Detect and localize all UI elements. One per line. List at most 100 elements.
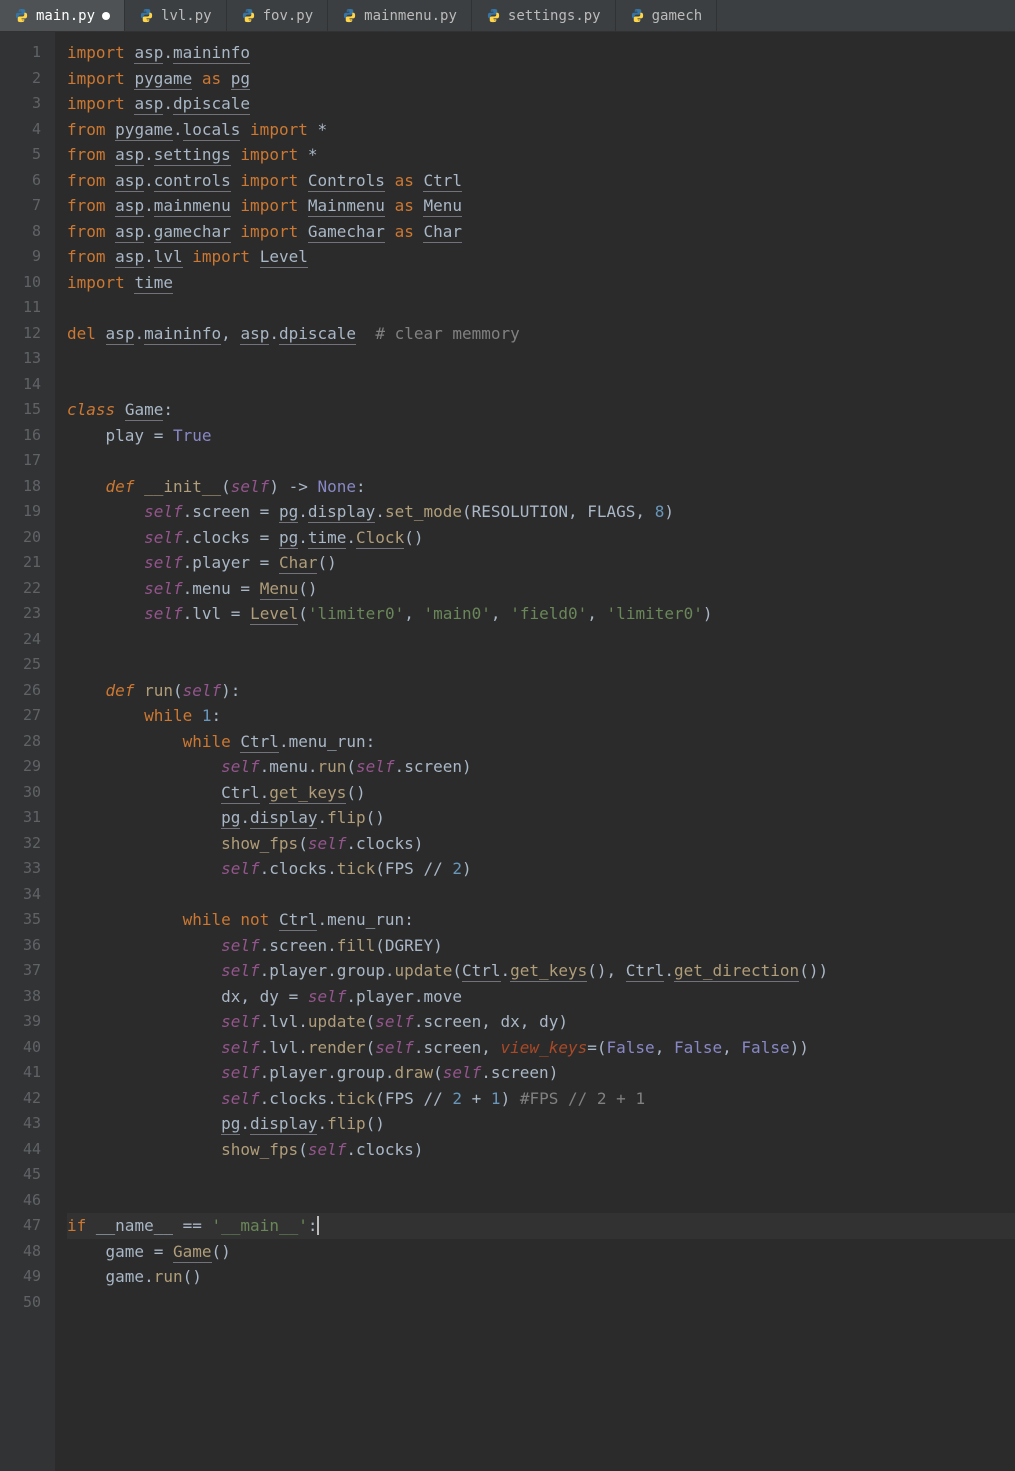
code-line: from asp.controls import Controls as Ctr… xyxy=(67,168,1015,194)
line-number: 41 xyxy=(0,1060,41,1086)
code-line: self.player.group.update(Ctrl.get_keys()… xyxy=(67,958,1015,984)
code-line: while Ctrl.menu_run: xyxy=(67,729,1015,755)
line-number: 27 xyxy=(0,703,41,729)
python-icon xyxy=(486,8,501,23)
line-number: 15 xyxy=(0,397,41,423)
code-line: self.player.group.draw(self.screen) xyxy=(67,1060,1015,1086)
tab-settings[interactable]: settings.py xyxy=(472,0,616,31)
tab-label: main.py xyxy=(36,8,95,24)
tab-mainmenu[interactable]: mainmenu.py xyxy=(328,0,472,31)
code-line: play = True xyxy=(67,423,1015,449)
code-line-active: if __name__ == '__main__': xyxy=(67,1213,1015,1239)
editor: 1234567891011121314151617181920212223242… xyxy=(0,32,1015,1471)
line-number: 30 xyxy=(0,780,41,806)
code-line xyxy=(67,627,1015,653)
line-number: 33 xyxy=(0,856,41,882)
code-line xyxy=(67,346,1015,372)
line-number: 45 xyxy=(0,1162,41,1188)
line-number: 11 xyxy=(0,295,41,321)
code-line: self.menu.run(self.screen) xyxy=(67,754,1015,780)
tab-lvl[interactable]: lvl.py xyxy=(125,0,227,31)
line-number: 23 xyxy=(0,601,41,627)
line-number: 43 xyxy=(0,1111,41,1137)
code-line: game = Game() xyxy=(67,1239,1015,1265)
code-line: show_fps(self.clocks) xyxy=(67,1137,1015,1163)
line-number: 20 xyxy=(0,525,41,551)
line-number: 6 xyxy=(0,168,41,194)
line-number: 8 xyxy=(0,219,41,245)
tab-fov[interactable]: fov.py xyxy=(227,0,329,31)
line-number: 7 xyxy=(0,193,41,219)
line-number: 17 xyxy=(0,448,41,474)
tab-main[interactable]: main.py xyxy=(0,0,125,31)
code-line: self.lvl.render(self.screen, view_keys=(… xyxy=(67,1035,1015,1061)
code-line: self.clocks.tick(FPS // 2) xyxy=(67,856,1015,882)
code-line: Ctrl.get_keys() xyxy=(67,780,1015,806)
cursor xyxy=(317,1216,319,1235)
code-line: self.clocks = pg.time.Clock() xyxy=(67,525,1015,551)
code-line: from asp.lvl import Level xyxy=(67,244,1015,270)
line-number: 25 xyxy=(0,652,41,678)
python-icon xyxy=(630,8,645,23)
line-number: 12 xyxy=(0,321,41,347)
line-number: 47 xyxy=(0,1213,41,1239)
line-number: 32 xyxy=(0,831,41,857)
code-line: from pygame.locals import * xyxy=(67,117,1015,143)
line-number: 4 xyxy=(0,117,41,143)
code-line: from asp.mainmenu import Mainmenu as Men… xyxy=(67,193,1015,219)
code-line: import asp.maininfo xyxy=(67,40,1015,66)
line-number: 48 xyxy=(0,1239,41,1265)
code-line: from asp.settings import * xyxy=(67,142,1015,168)
tab-label: mainmenu.py xyxy=(364,8,457,24)
line-number: 44 xyxy=(0,1137,41,1163)
python-icon xyxy=(139,8,154,23)
line-number: 10 xyxy=(0,270,41,296)
code-line: pg.display.flip() xyxy=(67,805,1015,831)
line-number: 46 xyxy=(0,1188,41,1214)
line-number: 19 xyxy=(0,499,41,525)
code-line xyxy=(67,295,1015,321)
code-line: class Game: xyxy=(67,397,1015,423)
code-line xyxy=(67,372,1015,398)
python-icon xyxy=(342,8,357,23)
code-line: def run(self): xyxy=(67,678,1015,704)
line-number: 22 xyxy=(0,576,41,602)
line-number: 37 xyxy=(0,958,41,984)
line-number: 38 xyxy=(0,984,41,1010)
code-line xyxy=(67,652,1015,678)
code-line xyxy=(67,1188,1015,1214)
line-number: 16 xyxy=(0,423,41,449)
tab-label: lvl.py xyxy=(161,8,212,24)
line-number: 5 xyxy=(0,142,41,168)
code-line: while 1: xyxy=(67,703,1015,729)
code-line: self.lvl.update(self.screen, dx, dy) xyxy=(67,1009,1015,1035)
line-number: 1 xyxy=(0,40,41,66)
code-line xyxy=(67,1290,1015,1316)
modified-dot-icon xyxy=(102,12,110,20)
code-line: import time xyxy=(67,270,1015,296)
code-line xyxy=(67,448,1015,474)
tab-gamechar[interactable]: gamech xyxy=(616,0,718,31)
code-line xyxy=(67,882,1015,908)
line-number: 34 xyxy=(0,882,41,908)
code-line: import asp.dpiscale xyxy=(67,91,1015,117)
line-number: 3 xyxy=(0,91,41,117)
line-number: 42 xyxy=(0,1086,41,1112)
line-number: 2 xyxy=(0,66,41,92)
line-number: 31 xyxy=(0,805,41,831)
line-number: 21 xyxy=(0,550,41,576)
code-line: del asp.maininfo, asp.dpiscale # clear m… xyxy=(67,321,1015,347)
line-gutter: 1234567891011121314151617181920212223242… xyxy=(0,32,55,1471)
line-number: 39 xyxy=(0,1009,41,1035)
code-line: self.screen = pg.display.set_mode(RESOLU… xyxy=(67,499,1015,525)
code-line: from asp.gamechar import Gamechar as Cha… xyxy=(67,219,1015,245)
line-number: 36 xyxy=(0,933,41,959)
code-line: self.player = Char() xyxy=(67,550,1015,576)
code-area[interactable]: import asp.maininfo import pygame as pg … xyxy=(55,32,1015,1471)
line-number: 50 xyxy=(0,1290,41,1316)
code-line: self.lvl = Level('limiter0', 'main0', 'f… xyxy=(67,601,1015,627)
code-line: self.screen.fill(DGREY) xyxy=(67,933,1015,959)
line-number: 26 xyxy=(0,678,41,704)
code-line: def __init__(self) -> None: xyxy=(67,474,1015,500)
line-number: 35 xyxy=(0,907,41,933)
